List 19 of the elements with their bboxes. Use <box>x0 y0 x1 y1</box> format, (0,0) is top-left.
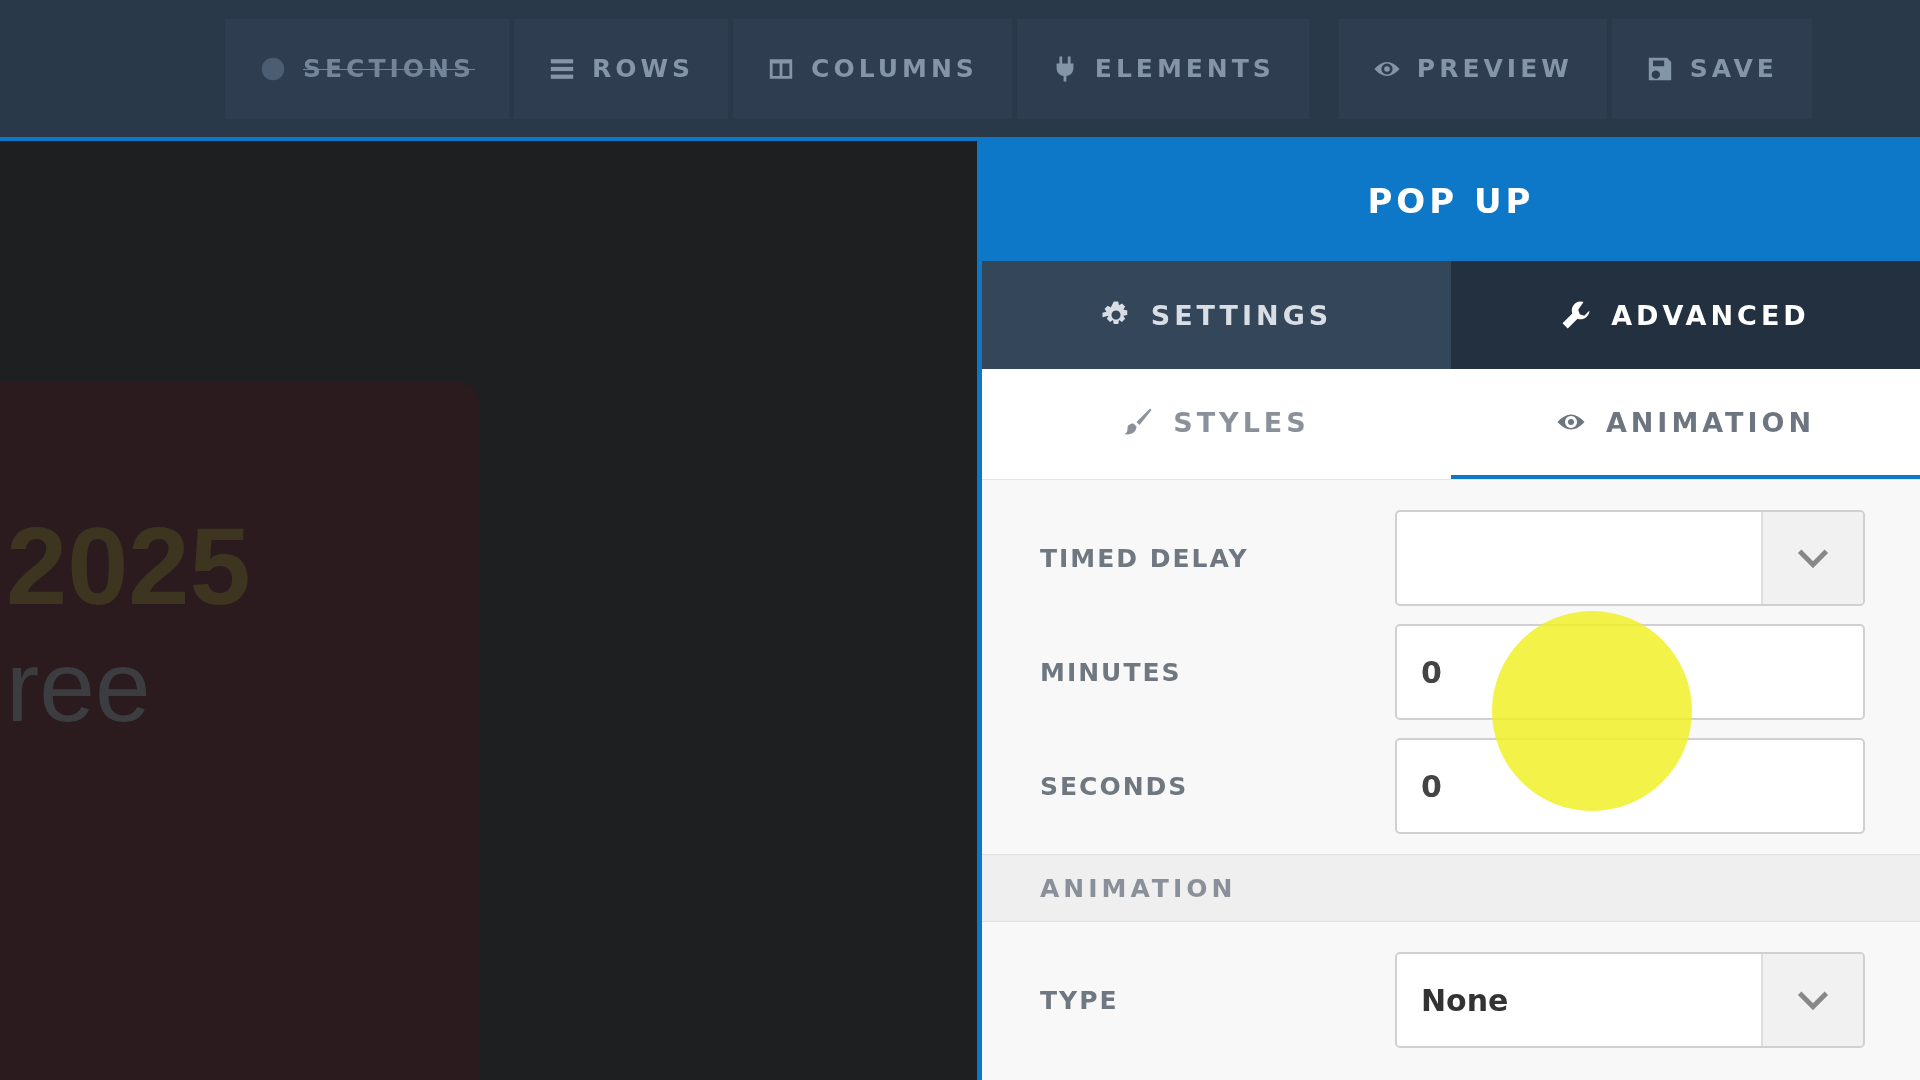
toolbar-button[interactable]: ROWS <box>513 18 729 119</box>
toolbar-button[interactable]: ELEMENTS <box>1016 18 1309 119</box>
field-label: TIMED DELAY <box>1040 543 1249 573</box>
chevron-down-icon <box>1796 990 1830 1010</box>
toolbar-button[interactable]: COLUMNS <box>733 18 1012 119</box>
toolbar-button[interactable]: SAVE <box>1611 18 1812 119</box>
panel-tab[interactable]: ADVANCED <box>1451 261 1920 369</box>
section-title: ANIMATION <box>1040 873 1237 903</box>
brush-icon <box>1123 407 1154 437</box>
dropdown-field[interactable]: None <box>1395 952 1865 1048</box>
field-label: TYPE <box>1040 985 1119 1015</box>
wrench-icon <box>1561 300 1592 330</box>
field-label: SECONDS <box>1040 771 1189 801</box>
toolbar-button[interactable]: PREVIEW <box>1338 18 1607 119</box>
panel-title: POP UP <box>982 141 1920 261</box>
dropdown-field[interactable] <box>1395 510 1865 606</box>
chevron-down-icon <box>1796 548 1830 568</box>
panel-tab[interactable]: SETTINGS <box>982 261 1451 369</box>
field-label: MINUTES <box>1040 657 1182 687</box>
